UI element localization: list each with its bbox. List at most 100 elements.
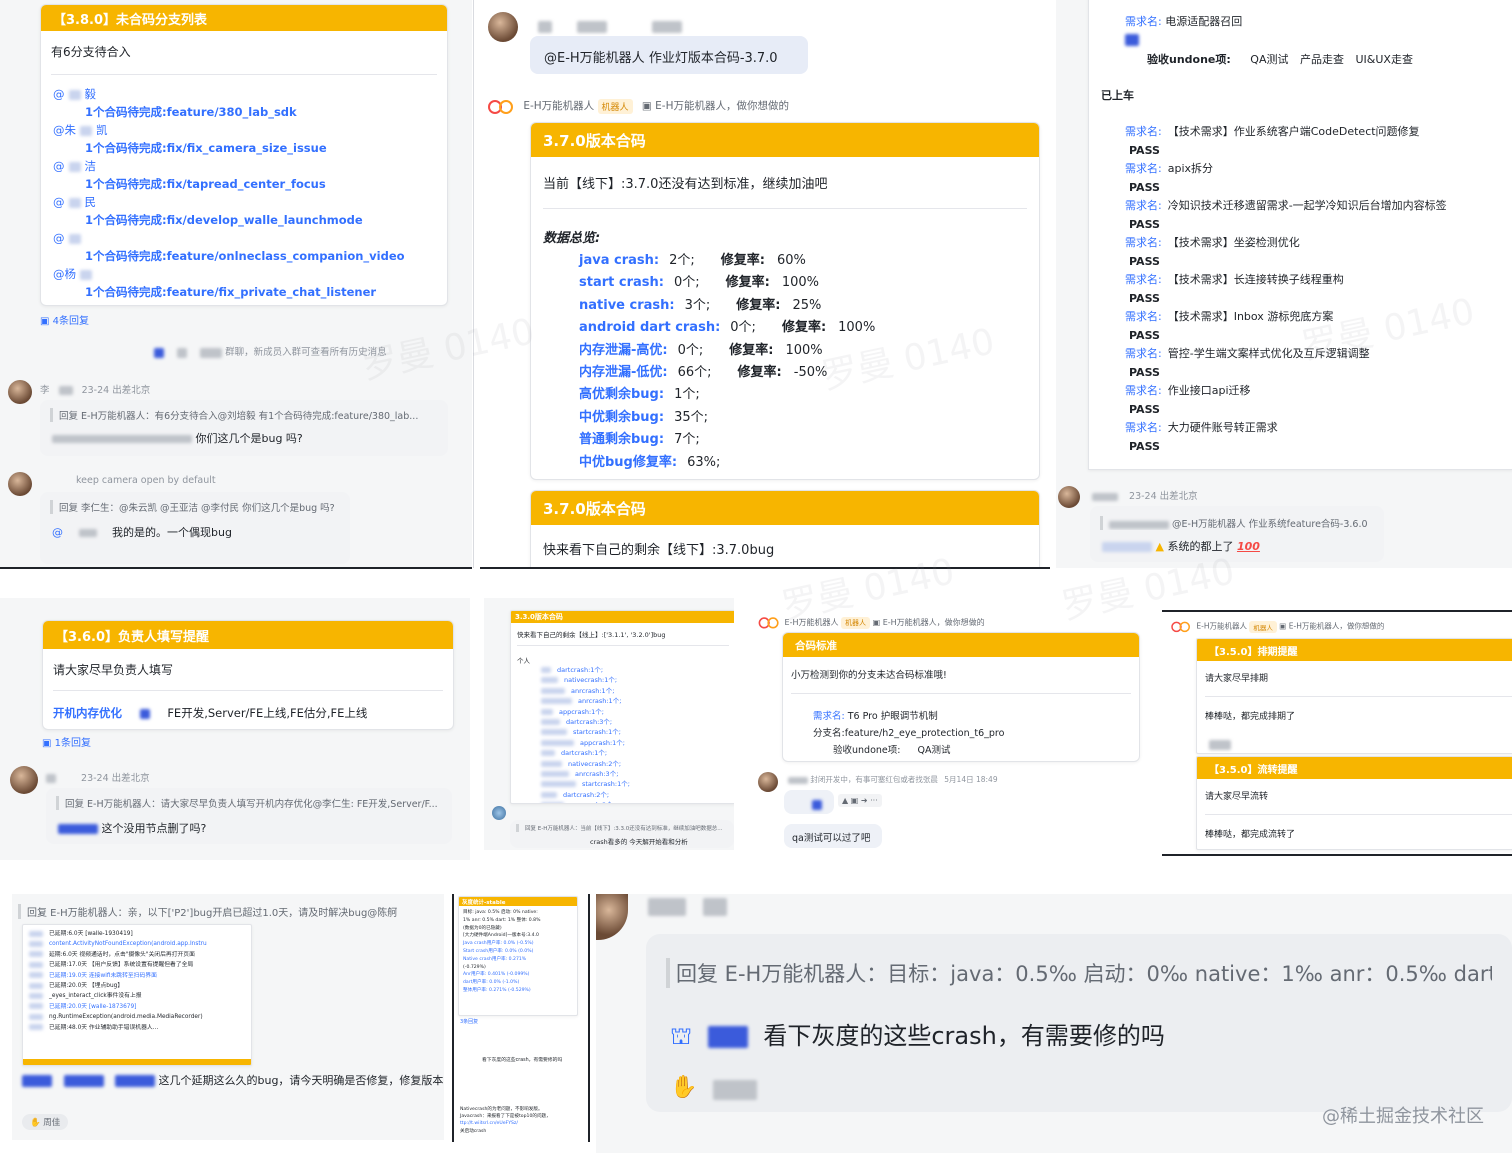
message-bubble[interactable]: qa测试可以过了吧 (784, 824, 882, 848)
branch-entry[interactable]: 1个合码待完成:feature/fix_private_chat_listene… (53, 283, 435, 301)
mention-link[interactable]: @ (53, 231, 65, 245)
mention-name[interactable]: 凯 (96, 123, 108, 137)
stat-row: 普通剩余bug: 7个; (571, 429, 1039, 451)
message-bubble[interactable]: 回复 E-H万能机器人：目标：java：0.5‰ 启动：0‰ native：1‰… (646, 934, 1512, 1112)
status-text: keep camera open by default (76, 475, 216, 486)
more-icon[interactable]: ··· (870, 796, 878, 805)
bot-tag: 机器人 (1249, 620, 1277, 633)
crash-value: nativecrash:1个; (564, 676, 618, 685)
comment-icon[interactable]: ▣ (851, 796, 859, 805)
stat-count: 3个; (684, 297, 711, 313)
branch-entry[interactable]: 1个合码待完成:fix/fix_camera_size_issue (53, 139, 435, 157)
message-bubble[interactable]: @E-H万能机器人 作业灯版本合码-3.7.0 (530, 36, 808, 74)
reply-icon: ▣ (1279, 621, 1287, 631)
message-bubble[interactable]: 回复 E-H万能机器人：有6分支待合入@刘培毅 有1个合码待完成:feature… (40, 400, 448, 456)
replies-link[interactable]: 3条回复 (460, 1018, 478, 1025)
overdue-line: ng.RuntimeException(android.media.MediaR… (29, 1012, 245, 1022)
reaction-chip[interactable]: ✋ 周佳 (22, 1114, 69, 1130)
thumbs-up-icon[interactable]: ▲ (842, 796, 848, 805)
reply-icon: ▣ (40, 316, 50, 327)
crash-value: anrcrash:1个; (578, 697, 622, 706)
requirement-name: 大力硬件账号转正需求 (1167, 421, 1278, 434)
message-bubble[interactable]: 回复 E-H万能机器人：请大家尽早负责人填写开机内存优化@李仁生: FE开发,S… (46, 788, 452, 844)
message-bubble[interactable]: 回复 李仁生：@朱云凯 @王亚洁 @李付民 你们这几个是bug 吗? @ 我的是… (40, 492, 350, 564)
card-title: 3.7.0版本合码 (531, 123, 1039, 157)
lock-icon: ⛫ (670, 1022, 693, 1050)
branch-entry[interactable]: 1个合码待完成:fix/develop_walle_launchmode (53, 211, 435, 229)
schedule-card: 【3.5.0】排期提醒 请大家尽早排期 棒棒哒，都完成排期了 (1196, 638, 1512, 754)
reaction-chip[interactable]: ✋ (670, 1075, 1488, 1100)
stat-label: 中优剩余bug: (579, 409, 665, 425)
blurred-name (80, 269, 92, 280)
crash-row: dartcrash:3个; (541, 717, 630, 727)
standard-card: 合码标准 小万检测到你的分支未达合码标准哦! 需求名: T6 Pro 护眼调节机… (782, 632, 1140, 762)
overdue-text: 延期:6.0天 视频通话时，点击"摄像头"关闭后再打开页面 (49, 951, 195, 958)
overdue-text: _eyes_interact_click事件没有上报 (49, 993, 142, 1000)
crash-row: startcrash:1个; (541, 779, 630, 789)
stat-rate-label: 修复率: (737, 365, 782, 381)
panel-merge-standard: E-H万能机器人 机器人 ▣ E-H万能机器人，做你想做的 合码标准 小万检测到… (748, 606, 1152, 852)
message-text: ▲ 系统的都上了 100 (1102, 538, 1372, 554)
crash-row: appcrash:1个; (541, 738, 630, 748)
gray-line: 目标: java: 0.5% 启动: 0% native: (463, 910, 538, 915)
mention-link[interactable]: @杨 (53, 267, 76, 281)
message-text: crash看多的 今天解开始看和分析 (590, 838, 688, 846)
mention-row: @朱 凯 (53, 121, 435, 139)
ok-hand-icon: ✋ (670, 1075, 698, 1100)
overdue-text: 已延期:48.0天 作业辅助助手错误机器人... (49, 1024, 159, 1031)
blurred-name (541, 677, 558, 684)
stat-row: android dart crash: 0个; 修复率: 100% (571, 317, 1039, 339)
divider (480, 567, 1050, 569)
blurred-name (541, 739, 574, 746)
quoted-reply: 回复 李仁生：@朱云凯 @王亚洁 @李付民 你们这几个是bug 吗? (50, 500, 340, 514)
mention-name[interactable]: 洁 (85, 159, 97, 173)
message-text: 这几个延期这么久的bug，请今天明确是否修复，修复版本 (22, 1072, 443, 1088)
mention-link[interactable]: @ (53, 87, 65, 101)
overdue-card: 已延期:6.0天 [walle-1930419] content.Activity… (22, 924, 252, 1066)
stat-count: 0个; (730, 320, 756, 336)
mention-row: @ 洁 (53, 157, 435, 175)
requirement-name: 冷知识技术迁移遗留需求-一起学冷知识后台增加内容标签 (1167, 199, 1447, 212)
forward-icon[interactable]: ➜ (861, 796, 868, 805)
mention-name[interactable]: 毅 (85, 87, 97, 101)
crash-row: appcrash:1个; (541, 707, 630, 717)
requirements-card: 需求名: 电源适配器召回 验收undone项: QA测试 产品走查 UI&UX走… (1088, 0, 1512, 470)
requirement-head: 需求名: 电源适配器召回 (1125, 15, 1243, 28)
gray-line: Java crash用户率: 0.0% (-0.5%) (463, 941, 534, 947)
gray-card: 灰度统计-stable 目标: java: 0.5% 启动: 0% native… (458, 896, 578, 1016)
branch-row: 分支名:feature/h2_eye_protection_t6_pro (813, 728, 1005, 739)
message-actions[interactable]: ▲ ▣ ➜ ··· (838, 794, 882, 807)
blurred-name (68, 161, 81, 172)
stat-label: android dart crash: (579, 320, 721, 336)
card-body: 请大家尽早负责人填写 (53, 663, 174, 677)
card-title: 3.7.0版本合码 (531, 491, 1039, 525)
branch-entry[interactable]: 1个合码待完成:feature/onlneclass_companion_vid… (53, 247, 435, 265)
replies-link[interactable]: ▣ 4条回复 (40, 312, 89, 327)
stat-row: 内存泄漏-高优: 0个; 修复率: 100% (571, 340, 1039, 362)
avatar (10, 766, 38, 794)
crash-row: appcrash:2个; (541, 800, 630, 803)
mention-link[interactable]: @ (53, 195, 65, 209)
message-bubble[interactable]: 回复 E-H万能机器人：当前【线下】:3.3.0还没有达到标准，继续加油吧数据总… (510, 820, 734, 848)
card-subtitle: 有6分支待合入 (51, 45, 131, 59)
gray-line: Start crash用户率: 0.0% (0.0%) (463, 948, 534, 954)
message-bubble[interactable]: @E-H万能机器人 作业系统feature合码-3.6.0 ▲ 系统的都上了 1… (1090, 506, 1384, 562)
replies-link[interactable]: ▣ 1条回复 (42, 734, 91, 749)
requirement-label: 需求名: (1125, 273, 1162, 286)
stat-count: 63%; (687, 454, 721, 470)
branch-entry[interactable]: 1个合码待完成:feature/380_lab_sdk (53, 103, 435, 121)
mention-name[interactable]: 民 (85, 195, 97, 209)
blurred-name (68, 233, 81, 244)
requirement-name: 作业接口api迁移 (1167, 384, 1251, 397)
mention-link[interactable]: @ (53, 159, 65, 173)
blurred-name (29, 1003, 43, 1010)
gray-line: 整体用户率: 0.271% (-0.529%) (463, 987, 531, 993)
sender-name (538, 16, 683, 35)
stat-rate-label: 修复率: (781, 320, 827, 336)
branch-entry[interactable]: 1个合码待完成:fix/tapread_center_focus (53, 175, 435, 193)
avatar (488, 12, 518, 42)
thumbs-up-icon: ▲ (1155, 540, 1164, 553)
message-bubble[interactable] (784, 790, 834, 814)
panel-gray-question: 回复 E-H万能机器人：目标：java：0.5‰ 启动：0‰ native：1‰… (596, 894, 1512, 1153)
mention-link[interactable]: @朱 (53, 123, 76, 137)
